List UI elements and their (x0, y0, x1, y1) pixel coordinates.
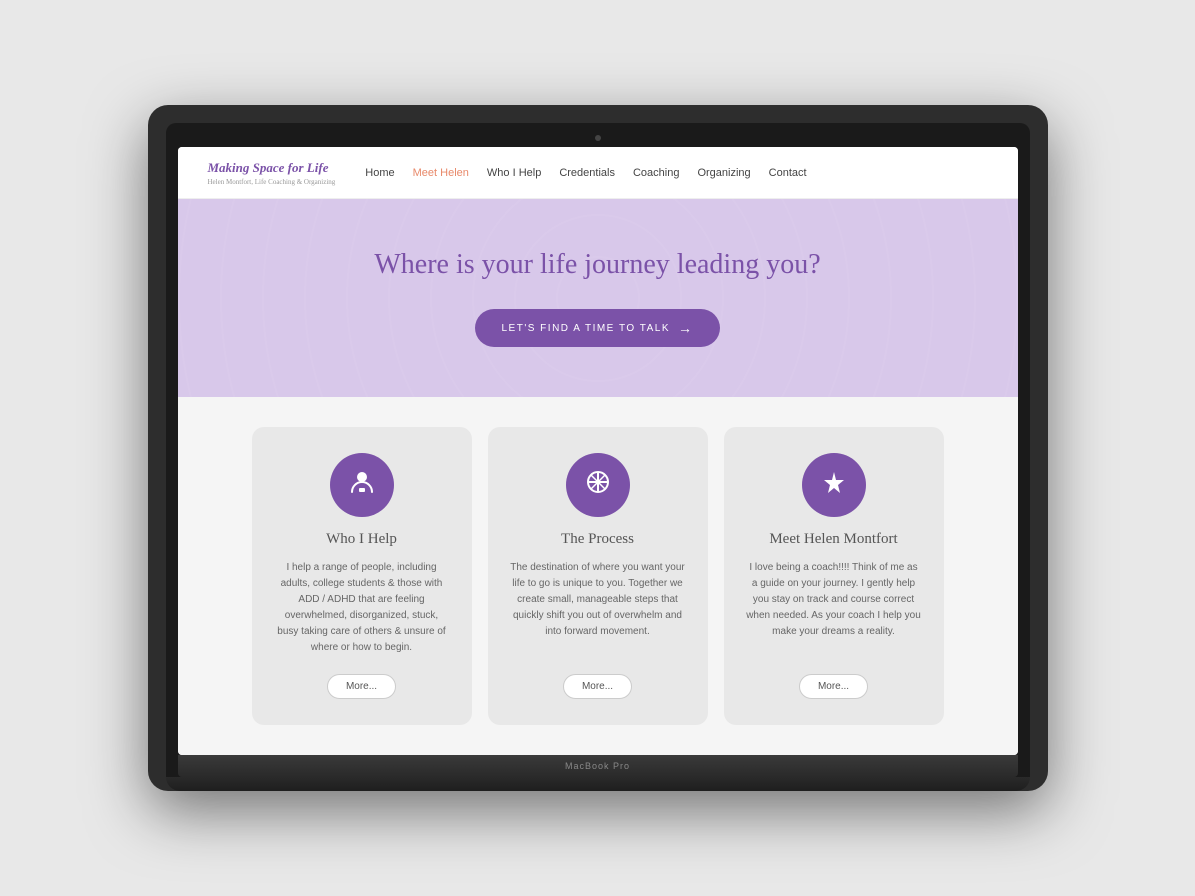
nav-organizing[interactable]: Organizing (697, 167, 750, 179)
logo-sub: Helen Montfort, Life Coaching & Organizi… (208, 178, 336, 186)
nav-contact[interactable]: Contact (769, 167, 807, 179)
card-title-1: Who I Help (326, 531, 397, 548)
card-title-3: Meet Helen Montfort (769, 531, 897, 548)
card-icon-circle-2 (566, 453, 630, 517)
hero-section: Where is your life journey leading you? … (178, 199, 1018, 397)
nav-meet-helen[interactable]: Meet Helen (413, 167, 469, 179)
nav-home[interactable]: Home (365, 167, 394, 179)
card-who-i-help: Who I Help I help a range of people, inc… (252, 427, 472, 725)
card-title-2: The Process (561, 531, 634, 548)
laptop-brand: MacBook Pro (565, 761, 630, 771)
person-icon (348, 468, 376, 503)
card-button-2[interactable]: More... (563, 674, 632, 699)
card-icon-circle-1 (330, 453, 394, 517)
nav: Making Space for Life Helen Montfort, Li… (178, 147, 1018, 199)
nav-coaching[interactable]: Coaching (633, 167, 679, 179)
screen-bezel: Making Space for Life Helen Montfort, Li… (166, 123, 1030, 777)
logo-main: Making Space for Life (208, 160, 329, 175)
card-text-3: I love being a coach!!!! Think of me as … (746, 560, 922, 656)
hero-title: Where is your life journey leading you? (198, 249, 998, 281)
laptop-frame: Making Space for Life Helen Montfort, Li… (148, 105, 1048, 791)
card-text-1: I help a range of people, including adul… (274, 560, 450, 656)
laptop-base: MacBook Pro (178, 755, 1018, 777)
hero-pattern (178, 199, 1018, 397)
screen: Making Space for Life Helen Montfort, Li… (178, 147, 1018, 755)
nav-who-i-help[interactable]: Who I Help (487, 167, 541, 179)
arrow-icon: → (678, 320, 694, 336)
logo: Making Space for Life Helen Montfort, Li… (208, 159, 336, 186)
card-text-2: The destination of where you want your l… (510, 560, 686, 656)
star-icon (820, 468, 848, 503)
cards-section: Who I Help I help a range of people, inc… (178, 397, 1018, 755)
card-button-3[interactable]: More... (799, 674, 868, 699)
website: Making Space for Life Helen Montfort, Li… (178, 147, 1018, 755)
card-icon-circle-3 (802, 453, 866, 517)
cta-button[interactable]: LET'S FIND A TIME TO TALK → (475, 309, 719, 347)
cta-button-label: LET'S FIND A TIME TO TALK (501, 323, 670, 334)
card-button-1[interactable]: More... (327, 674, 396, 699)
card-process: The Process The destination of where you… (488, 427, 708, 725)
nav-credentials[interactable]: Credentials (559, 167, 615, 179)
laptop-bottom (166, 777, 1030, 791)
card-meet-helen: Meet Helen Montfort I love being a coach… (724, 427, 944, 725)
process-icon (584, 468, 612, 503)
camera (595, 135, 601, 141)
nav-links: Home Meet Helen Who I Help Credentials C… (365, 167, 806, 179)
